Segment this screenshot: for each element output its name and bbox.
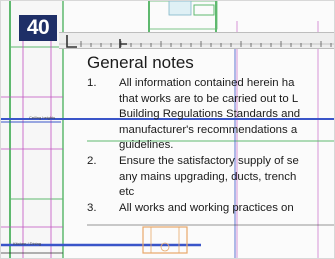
general-notes-block: General notes 1. All information contain… [87,53,334,217]
ruler-indent-marker-icon[interactable] [65,34,79,49]
note-line: All information contained herein ha [119,77,295,89]
note-number: 1. [87,77,97,89]
note-item: 3. All works and working practices on [87,201,334,217]
note-line: Ensure the satisfactory supply of se [119,154,299,167]
notes-title: General notes [87,53,194,72]
note-item: 1. All information contained herein ha t… [87,76,334,154]
tab-stop-marker-icon[interactable] [117,38,129,50]
note-line: manufacturer's recommendations a [119,123,298,136]
document-page: Ceiling heights Kitchen / Dining 40 Gene… [0,0,335,259]
note-line: any mains upgrading, ducts, trench [119,170,297,183]
note-line: etc [119,186,135,199]
left-strip-label-1: Ceiling heights [29,115,56,120]
note-line: Building Regulations Standards and [119,108,301,121]
note-number: 3. [87,201,97,214]
horizontal-ruler[interactable] [59,32,334,50]
note-line: All works and working practices on [119,201,294,214]
left-strip-label-2: Kitchen / Dining [13,241,42,246]
note-number: 2. [87,154,97,167]
note-line: guidelines. [119,139,174,152]
note-line: that works are to be carried out to L [119,92,299,105]
note-item: 2. Ensure the satisfactory supply of se … [87,154,334,201]
page-number-badge: 40 [19,15,57,41]
